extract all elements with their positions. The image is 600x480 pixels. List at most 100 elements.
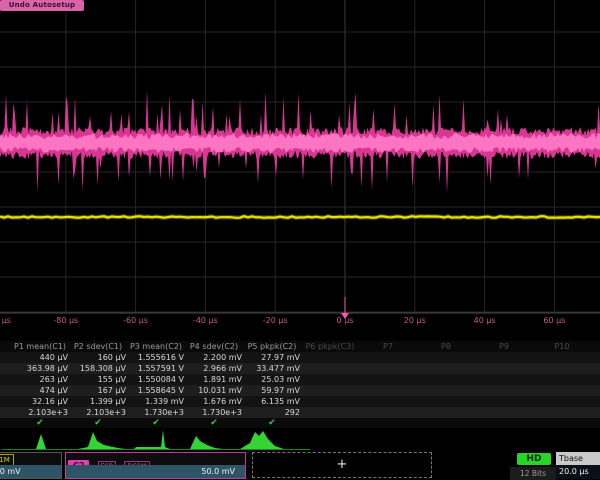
param-value-P5: 27.97 mV xyxy=(244,352,300,363)
param-header-5[interactable]: P5 pkpk(C2) xyxy=(244,341,300,352)
param-max-row: 474 µV167 µV1.558645 V10.031 mV59.97 mV xyxy=(0,385,600,396)
time-tick-label: -60 µs xyxy=(123,316,148,325)
time-tick-label: -100 µs xyxy=(0,316,11,325)
param-mean-row: 363.98 µV158.308 µV1.557591 V2.966 mV33.… xyxy=(0,363,600,374)
param-max-P8 xyxy=(418,385,474,396)
param-min-P1: 263 µV xyxy=(12,374,68,385)
param-header-1[interactable]: P1 mean(C1) xyxy=(12,341,68,352)
oscilloscope-screen: Undo Autosetup -100 µs -80 µs -60 µs -40 µs… xyxy=(0,0,600,480)
param-value-row: 440 µV160 µV1.555616 V2.200 mV27.97 mV xyxy=(0,352,600,363)
param-max-P4: 10.031 mV xyxy=(186,385,242,396)
param-status-row: ✔✔✔✔✔ xyxy=(0,418,600,428)
param-num-P8 xyxy=(418,407,474,418)
param-min-P5: 25.03 mV xyxy=(244,374,300,385)
param-mean-P5: 33.477 mV xyxy=(244,363,300,374)
param-header-8[interactable]: P8 xyxy=(418,341,474,352)
histicon-P2[interactable] xyxy=(78,432,126,449)
param-num-P5: 292 xyxy=(244,407,300,418)
channel-descriptor-c1[interactable]: DC1M 10.0 mV xyxy=(0,452,62,479)
param-sdev-P8 xyxy=(418,396,474,407)
waveform-graticule xyxy=(0,0,600,332)
time-tick-label: -80 µs xyxy=(53,316,78,325)
param-min-P3: 1.550084 V xyxy=(128,374,184,385)
param-value-P8 xyxy=(418,352,474,363)
param-max-P2: 167 µV xyxy=(70,385,126,396)
param-num-P3: 1.730e+3 xyxy=(128,407,184,418)
param-value-P7 xyxy=(360,352,416,363)
param-num-P1: 2.103e+3 xyxy=(12,407,68,418)
param-num-P4: 1.730e+3 xyxy=(186,407,242,418)
histicon-P3[interactable] xyxy=(134,430,170,449)
param-max-P7 xyxy=(360,385,416,396)
param-min-P7 xyxy=(360,374,416,385)
param-header-3[interactable]: P3 mean(C2) xyxy=(128,341,184,352)
param-mean-P10 xyxy=(534,363,590,374)
param-max-P3: 1.558645 V xyxy=(128,385,184,396)
param-header-9[interactable]: P9 xyxy=(476,341,532,352)
timebase-descriptor[interactable]: Tbase 20.0 µs xyxy=(556,452,600,479)
time-axis-labels: -100 µs -80 µs -60 µs -40 µs -20 µs 0 µs 20 µs… xyxy=(0,314,600,330)
param-header-4[interactable]: P4 sdev(C2) xyxy=(186,341,242,352)
param-min-P4: 1.891 mV xyxy=(186,374,242,385)
hd-mode-badge[interactable]: HD xyxy=(517,453,551,465)
param-mean-P2: 158.308 µV xyxy=(70,363,126,374)
param-sdev-P9 xyxy=(476,396,532,407)
param-header-10[interactable]: P10 xyxy=(534,341,590,352)
param-header-row: P1 mean(C1)P2 sdev(C1)P3 mean(C2)P4 sdev… xyxy=(0,341,600,352)
param-sdev-P3: 1.339 mV xyxy=(128,396,184,407)
param-num-P9 xyxy=(476,407,532,418)
c2-vdiv-value: 50.0 mV xyxy=(201,465,235,478)
param-sdev-P5: 6.135 mV xyxy=(244,396,300,407)
histicon-P4[interactable] xyxy=(190,436,223,449)
timebase-value: 20.0 µs xyxy=(556,465,600,479)
param-num-P7 xyxy=(360,407,416,418)
param-sdev-P2: 1.399 µV xyxy=(70,396,126,407)
timebase-label: Tbase xyxy=(556,452,600,465)
param-min-P10 xyxy=(534,374,590,385)
param-mean-P8 xyxy=(418,363,474,374)
param-sdev-P6 xyxy=(302,396,358,407)
param-mean-P3: 1.557591 V xyxy=(128,363,184,374)
param-min-P8 xyxy=(418,374,474,385)
param-mean-P6 xyxy=(302,363,358,374)
param-mean-P4: 2.966 mV xyxy=(186,363,242,374)
param-max-P9 xyxy=(476,385,532,396)
param-mean-P1: 363.98 µV xyxy=(12,363,68,374)
param-min-row: 263 µV155 µV1.550084 V1.891 mV25.03 mV xyxy=(0,374,600,385)
adc-bits-label: 12 Bits xyxy=(510,467,556,480)
param-min-P2: 155 µV xyxy=(70,374,126,385)
undo-autosetup-button[interactable]: Undo Autosetup xyxy=(0,0,84,11)
time-tick-label: 0 µs xyxy=(337,316,354,325)
histicon-P5[interactable] xyxy=(240,431,284,449)
param-min-P9 xyxy=(476,374,532,385)
parameter-histicons[interactable] xyxy=(0,428,600,452)
time-tick-label: 60 µs xyxy=(543,316,565,325)
time-tick-label: 20 µs xyxy=(404,316,426,325)
histicon-P1[interactable] xyxy=(20,434,46,449)
param-header-2[interactable]: P2 sdev(C1) xyxy=(70,341,126,352)
measurement-table: P1 mean(C1)P2 sdev(C1)P3 mean(C2)P4 sdev… xyxy=(0,341,600,428)
param-header-6[interactable]: P6 pkpk(C3) xyxy=(302,341,358,352)
add-trace-button[interactable]: + xyxy=(252,452,432,478)
param-max-P10 xyxy=(534,385,590,396)
param-value-P1: 440 µV xyxy=(12,352,68,363)
param-value-P10 xyxy=(534,352,590,363)
param-mean-P7 xyxy=(360,363,416,374)
time-tick-label: 40 µs xyxy=(474,316,496,325)
param-num-row: 2.103e+32.103e+31.730e+31.730e+3292 xyxy=(0,407,600,418)
param-sdev-P1: 32.16 µV xyxy=(12,396,68,407)
param-min-P6 xyxy=(302,374,358,385)
param-sdev-P10 xyxy=(534,396,590,407)
param-header-7[interactable]: P7 xyxy=(360,341,416,352)
param-value-P3: 1.555616 V xyxy=(128,352,184,363)
channel-bar: DC1M 10.0 mV C2 ESR DC1M 50.0 mV + HD 12… xyxy=(0,452,600,480)
param-max-P6 xyxy=(302,385,358,396)
c1-flat-trace xyxy=(0,216,600,218)
channel-descriptor-c2[interactable]: C2 ESR DC1M 50.0 mV xyxy=(65,452,246,479)
param-max-P1: 474 µV xyxy=(12,385,68,396)
c1-vdiv-value: 10.0 mV xyxy=(0,465,21,478)
time-tick-label: -40 µs xyxy=(193,316,218,325)
time-tick-label: -20 µs xyxy=(263,316,288,325)
param-value-P6 xyxy=(302,352,358,363)
param-value-P4: 2.200 mV xyxy=(186,352,242,363)
